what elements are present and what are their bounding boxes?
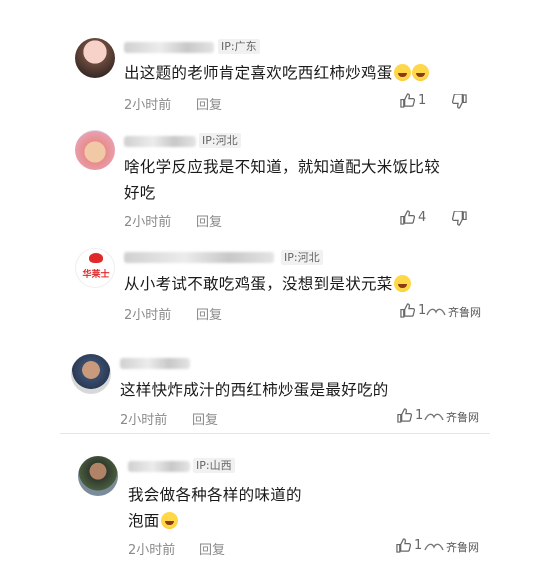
comment-item: 这样快炸成汁的西红柿炒蛋是最好吃的 2小时前 回复 1 齐鲁网: [0, 346, 555, 456]
timestamp: 2小时前: [124, 98, 172, 113]
watermark: 齐鲁网: [426, 304, 481, 320]
reply-button[interactable]: 回复: [199, 539, 225, 558]
dislike-button[interactable]: [452, 93, 467, 113]
thumbs-up-icon: [396, 538, 411, 553]
comment-text-content: 泡面: [128, 512, 160, 530]
comment-item: IP:山西 我会做各种各样的味道的 泡面 2小时前 回复 1 齐鲁网: [0, 448, 555, 558]
thumbs-up-icon: [397, 408, 412, 423]
username-blurred[interactable]: [128, 461, 190, 472]
brand-logo-icon: [89, 253, 103, 263]
thumbs-up-icon: [400, 210, 415, 225]
watermark-text: 齐鲁网: [448, 306, 481, 319]
reply-button[interactable]: 回复: [196, 304, 222, 323]
username-blurred[interactable]: [124, 42, 214, 53]
watermark: 齐鲁网: [424, 409, 479, 425]
avatar[interactable]: [71, 354, 111, 394]
username-blurred[interactable]: [120, 358, 190, 369]
timestamp: 2小时前: [120, 413, 168, 428]
reply-button[interactable]: 回复: [196, 94, 222, 113]
reply-button[interactable]: 回复: [192, 409, 218, 428]
comment-text-content: 从小考试不敢吃鸡蛋，没想到是状元菜: [124, 275, 393, 293]
comment-text-content: 出这题的老师肯定喜欢吃西红柿炒鸡蛋: [124, 64, 393, 82]
like-count: 1: [414, 538, 423, 553]
laugh-cry-emoji-icon: [393, 64, 411, 81]
comment-text: 啥化学反应我是不知道，就知道配大米饭比较 好吃: [124, 154, 440, 206]
avatar[interactable]: [75, 130, 115, 170]
avatar[interactable]: [75, 38, 115, 78]
thumbs-up-icon: [400, 93, 415, 108]
reply-button[interactable]: 回复: [196, 211, 222, 230]
like-button[interactable]: 1: [400, 303, 426, 318]
comment-item: IP:河北 啥化学反应我是不知道，就知道配大米饭比较 好吃 2小时前 回复 4: [0, 124, 555, 234]
comment-text-line-with-emoji: 泡面: [128, 508, 302, 534]
avatar[interactable]: 华莱士: [75, 248, 115, 288]
watermark: 齐鲁网: [424, 539, 479, 555]
thumbs-up-icon: [400, 303, 415, 318]
comment-item: 华莱士 IP:河北 从小考试不敢吃鸡蛋，没想到是状元菜 2小时前 回复 1 齐鲁…: [0, 242, 555, 352]
watermark-text: 齐鲁网: [446, 541, 479, 554]
comment-text-line: 我会做各种各样的味道的: [128, 486, 302, 504]
laugh-cry-emoji-icon: [393, 275, 411, 292]
like-count: 1: [418, 93, 427, 108]
comment-text-line: 啥化学反应我是不知道，就知道配大米饭比较: [124, 158, 441, 176]
thumbs-down-icon: [452, 210, 467, 226]
comment-text: 从小考试不敢吃鸡蛋，没想到是状元菜: [124, 271, 411, 297]
ip-location-tag: IP:河北: [199, 133, 241, 148]
ip-location-tag: IP:山西: [193, 458, 235, 473]
timestamp: 2小时前: [128, 543, 176, 558]
thumbs-down-icon: [452, 93, 467, 109]
avatar[interactable]: [78, 456, 118, 496]
ip-location-tag: IP:河北: [281, 250, 323, 265]
comment-text: 出这题的老师肯定喜欢吃西红柿炒鸡蛋: [124, 60, 429, 86]
like-count: 1: [415, 408, 424, 423]
dislike-button[interactable]: [452, 210, 467, 230]
like-button[interactable]: 1: [397, 408, 423, 423]
like-button[interactable]: 1: [400, 93, 426, 108]
divider: [60, 433, 490, 434]
username-blurred[interactable]: [124, 252, 274, 263]
like-button[interactable]: 4: [400, 210, 426, 225]
watermark-logo-icon: [424, 413, 444, 421]
timestamp: 2小时前: [124, 215, 172, 230]
like-button[interactable]: 1: [396, 538, 422, 553]
laugh-cry-emoji-icon: [411, 64, 429, 81]
username-blurred[interactable]: [124, 136, 196, 147]
ip-location-tag: IP:广东: [218, 39, 260, 54]
avatar-brand-text: 华莱士: [82, 270, 110, 280]
comment-text: 这样快炸成汁的西红柿炒蛋是最好吃的: [120, 377, 389, 403]
comment-text: 我会做各种各样的味道的 泡面: [128, 482, 302, 534]
like-count: 4: [418, 210, 427, 225]
watermark-text: 齐鲁网: [446, 411, 479, 424]
watermark-logo-icon: [424, 543, 444, 551]
comment-text-content: 这样快炸成汁的西红柿炒蛋是最好吃的: [120, 381, 389, 399]
comment-text-line: 好吃: [124, 184, 156, 202]
watermark-logo-icon: [426, 308, 446, 316]
timestamp: 2小时前: [124, 308, 172, 323]
laugh-cry-emoji-icon: [160, 512, 178, 529]
